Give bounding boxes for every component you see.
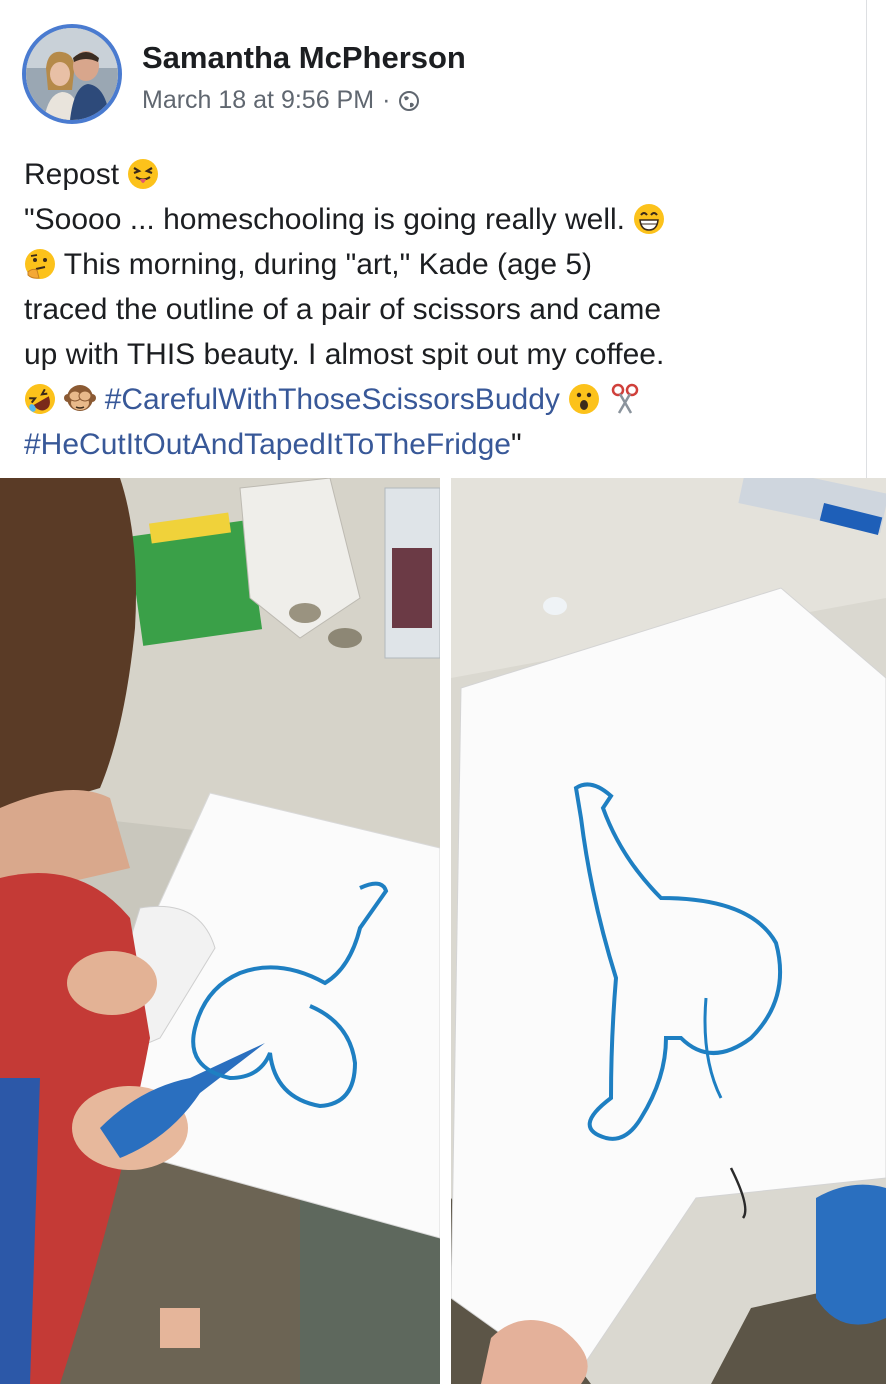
- post-meta: March 18 at 9:56 PM ·: [142, 86, 420, 115]
- post-line-6: #CarefulWithThoseScissorsBuddy: [24, 377, 854, 422]
- hashtag-cut-it-out[interactable]: #HeCutItOutAndTapedItToTheFridge: [24, 428, 511, 461]
- child-cutting-paper-photo[interactable]: [0, 478, 440, 1384]
- post-line-2: "Soooo ... homeschooling is going really…: [24, 197, 854, 242]
- post-line-2-text: "Soooo ... homeschooling is going really…: [24, 203, 625, 236]
- traced-drawing-photo[interactable]: [451, 478, 886, 1384]
- post-text: Repost "Soooo ... homeschooling is going…: [24, 152, 854, 467]
- thinking-emoji: [24, 248, 56, 280]
- hashtag-careful[interactable]: #CarefulWithThoseScissorsBuddy: [105, 383, 560, 416]
- post-line-4: traced the outline of a pair of scissors…: [24, 293, 662, 326]
- author-name[interactable]: Samantha McPherson: [142, 40, 466, 76]
- surprised-emoji: [568, 383, 600, 415]
- scissors-emoji: [609, 383, 641, 415]
- rofl-emoji: [24, 383, 56, 415]
- post-header: Samantha McPherson March 18 at 9:56 PM ·: [22, 24, 842, 124]
- closing-quote: ": [510, 428, 522, 461]
- photo-grid: [0, 478, 886, 1384]
- avatar[interactable]: [22, 24, 122, 124]
- globe-icon[interactable]: [398, 90, 420, 112]
- see-no-evil-monkey-emoji: [64, 383, 97, 415]
- post-line-1: Repost: [24, 152, 854, 197]
- post-line-3-text: This morning, during "art," Kade (age 5): [63, 248, 593, 281]
- post-line-3: This morning, during "art," Kade (age 5): [24, 242, 854, 287]
- post-line-7: #HeCutItOutAndTapedItToTheFridge": [24, 422, 854, 467]
- post-line-1-text: Repost: [24, 158, 120, 191]
- squinting-tongue-emoji: [127, 158, 159, 190]
- meta-separator: ·: [382, 86, 391, 114]
- grinning-emoji: [633, 203, 665, 235]
- post-timestamp[interactable]: March 18 at 9:56 PM: [142, 86, 374, 115]
- post-line-5: up with THIS beauty. I almost spit out m…: [24, 338, 665, 371]
